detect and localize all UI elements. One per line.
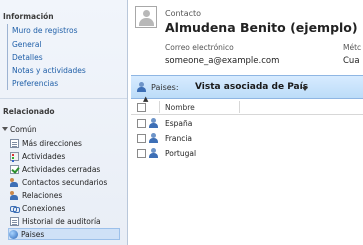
nav-link-notes-activities[interactable]: Notas y actividades: [12, 66, 86, 75]
information-heading: Información: [3, 12, 54, 21]
closed-activities-icon: [10, 164, 19, 174]
related-item-connections[interactable]: Conexiones: [10, 202, 120, 214]
related-item-label: Relaciones: [22, 190, 63, 200]
record-header: Contacto Almudena Benito (ejemplo) Corre…: [131, 0, 363, 74]
related-item-secondary-contacts[interactable]: Contactos secundarios: [10, 176, 120, 188]
view-selector[interactable]: Vista asociada de País: [195, 82, 308, 92]
row-checkbox[interactable]: [137, 119, 146, 128]
related-item-closed-activities[interactable]: Actividades cerradas: [10, 163, 120, 175]
table-row[interactable]: Francia: [131, 131, 363, 146]
nav-link-preferences[interactable]: Preferencias: [12, 79, 58, 88]
related-item-relationships[interactable]: Relaciones: [10, 189, 120, 201]
document-icon: [10, 138, 19, 148]
email-value[interactable]: someone_a@example.com: [165, 56, 279, 66]
row-country-name[interactable]: Francia: [165, 134, 192, 143]
column-header-name[interactable]: Nombre: [165, 103, 195, 112]
view-bar: Paises: Vista asociada de País: [131, 75, 363, 99]
chevron-down-icon[interactable]: [302, 87, 308, 91]
nav-link-general[interactable]: General: [12, 40, 42, 49]
row-checkbox[interactable]: [137, 149, 146, 158]
column-divider: [239, 101, 240, 113]
country-record-icon: [149, 118, 159, 128]
contact-avatar-icon: [135, 6, 157, 28]
related-item-label: Más direcciones: [22, 138, 82, 148]
nav-rule: [7, 24, 8, 90]
related-item-label: Paises: [21, 229, 45, 239]
method-label: Métc: [343, 43, 362, 52]
row-checkbox[interactable]: [137, 134, 146, 143]
country-record-icon: [149, 133, 159, 143]
main-area: Contacto Almudena Benito (ejemplo) Corre…: [131, 0, 363, 245]
related-item-label: Contactos secundarios: [22, 177, 108, 187]
record-type: Contacto: [165, 9, 202, 18]
record-name: Almudena Benito (ejemplo): [165, 20, 358, 35]
nav-link-record-wall[interactable]: Muro de registros: [12, 26, 78, 35]
related-item-label: Actividades: [22, 151, 66, 161]
related-item-label: Actividades cerradas: [22, 164, 101, 174]
table-row[interactable]: Portugal: [131, 146, 363, 161]
related-item-activities[interactable]: Actividades: [10, 150, 120, 162]
country-view-icon: [137, 82, 148, 93]
related-item-countries[interactable]: Paises: [8, 228, 120, 240]
contacts-icon: [10, 177, 19, 187]
nav-link-details[interactable]: Detalles: [12, 53, 43, 62]
country-record-icon: [149, 148, 159, 158]
collapse-triangle-icon: [2, 127, 8, 131]
related-item-audit-history[interactable]: Historial de auditoría: [10, 215, 120, 227]
sort-arrow-icon: ▲: [143, 95, 149, 103]
countries-icon: [9, 229, 18, 239]
table-row[interactable]: España: [131, 116, 363, 131]
common-heading: Común: [10, 125, 37, 134]
related-item-label: Historial de auditoría: [22, 216, 101, 226]
audit-icon: [10, 216, 19, 226]
related-item-label: Conexiones: [22, 203, 66, 213]
nav-divider: [0, 98, 127, 99]
common-group-toggle[interactable]: Común: [2, 125, 37, 134]
view-label: Paises:: [151, 83, 179, 92]
method-value: Cua: [343, 56, 360, 66]
related-item-more-addresses[interactable]: Más direcciones: [10, 137, 120, 149]
select-all-checkbox[interactable]: [137, 103, 146, 112]
activities-icon: [10, 151, 19, 161]
row-country-name[interactable]: España: [165, 119, 192, 128]
row-country-name[interactable]: Portugal: [165, 149, 196, 158]
related-heading: Relacionado: [3, 107, 55, 116]
column-divider: [159, 101, 160, 113]
connections-icon: [10, 204, 20, 213]
grid-header: ▲ Nombre: [131, 95, 363, 115]
email-label: Correo electrónico: [165, 43, 234, 52]
navigation-pane: Información Muro de registros General De…: [0, 0, 128, 245]
relationships-icon: [10, 190, 19, 200]
